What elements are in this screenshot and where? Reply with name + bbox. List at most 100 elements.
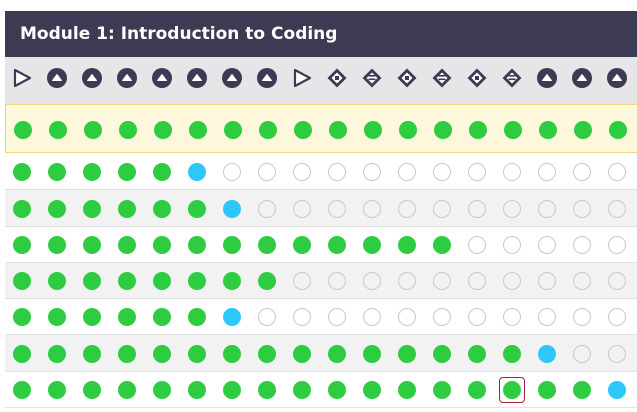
lesson-cell[interactable]: [536, 306, 556, 326]
lesson-cell[interactable]: [186, 234, 206, 254]
lesson-cell[interactable]: [501, 343, 521, 363]
lesson-cell[interactable]: [116, 234, 136, 254]
lesson-cell[interactable]: [256, 198, 276, 218]
lesson-cell[interactable]: [326, 379, 346, 399]
lesson-cell[interactable]: [326, 198, 346, 218]
lesson-cell[interactable]: [81, 198, 101, 218]
lesson-cell[interactable]: [46, 161, 66, 181]
lesson-cell[interactable]: [81, 343, 101, 363]
lesson-cell[interactable]: [116, 379, 136, 399]
lesson-cell[interactable]: [11, 198, 31, 218]
lesson-cell[interactable]: [11, 343, 31, 363]
lesson-cell[interactable]: [466, 270, 486, 290]
lesson-cell[interactable]: [571, 343, 591, 363]
lesson-cell[interactable]: [12, 119, 32, 139]
lesson-cell[interactable]: [501, 161, 521, 181]
lesson-cell[interactable]: [221, 234, 241, 254]
lesson-cell[interactable]: [221, 343, 241, 363]
lesson-cell[interactable]: [431, 379, 451, 399]
lesson-cell[interactable]: [81, 306, 101, 326]
lesson-cell[interactable]: [256, 161, 276, 181]
lesson-cell[interactable]: [222, 119, 242, 139]
lesson-cell[interactable]: [396, 161, 416, 181]
lesson-cell[interactable]: [151, 270, 171, 290]
lesson-cell[interactable]: [81, 161, 101, 181]
lesson-cell[interactable]: [396, 343, 416, 363]
lesson-cell[interactable]: [361, 270, 381, 290]
lesson-cell[interactable]: [46, 306, 66, 326]
lesson-cell[interactable]: [466, 198, 486, 218]
lesson-cell[interactable]: [536, 234, 556, 254]
lesson-cell[interactable]: [361, 343, 381, 363]
lesson-cell[interactable]: [46, 270, 66, 290]
lesson-cell[interactable]: [571, 198, 591, 218]
lesson-cell[interactable]: [11, 161, 31, 181]
lesson-cell[interactable]: [431, 198, 451, 218]
lesson-cell[interactable]: [256, 306, 276, 326]
lesson-cell[interactable]: [361, 161, 381, 181]
lesson-cell[interactable]: [81, 379, 101, 399]
lesson-cell[interactable]: [571, 270, 591, 290]
lesson-cell[interactable]: [46, 343, 66, 363]
lesson-cell[interactable]: [81, 234, 101, 254]
lesson-cell[interactable]: [117, 119, 137, 139]
lesson-cell[interactable]: [607, 119, 627, 139]
lesson-cell[interactable]: [431, 161, 451, 181]
lesson-cell[interactable]: [467, 119, 487, 139]
lesson-cell[interactable]: [327, 119, 347, 139]
lesson-cell[interactable]: [571, 379, 591, 399]
lesson-cell[interactable]: [396, 379, 416, 399]
lesson-cell[interactable]: [116, 198, 136, 218]
lesson-cell[interactable]: [291, 198, 311, 218]
lesson-cell[interactable]: [151, 198, 171, 218]
lesson-cell[interactable]: [186, 198, 206, 218]
lesson-cell[interactable]: [431, 234, 451, 254]
lesson-cell[interactable]: [11, 379, 31, 399]
lesson-cell[interactable]: [116, 343, 136, 363]
lesson-cell[interactable]: [431, 270, 451, 290]
lesson-cell[interactable]: [257, 119, 277, 139]
lesson-cell[interactable]: [536, 198, 556, 218]
lesson-cell[interactable]: [606, 234, 626, 254]
lesson-cell[interactable]: [187, 119, 207, 139]
lesson-cell[interactable]: [396, 270, 416, 290]
lesson-cell[interactable]: [291, 234, 311, 254]
lesson-cell[interactable]: [186, 270, 206, 290]
lesson-cell[interactable]: [431, 306, 451, 326]
lesson-cell[interactable]: [432, 119, 452, 139]
lesson-cell[interactable]: [151, 306, 171, 326]
lesson-cell[interactable]: [466, 161, 486, 181]
lesson-cell[interactable]: [116, 270, 136, 290]
lesson-cell[interactable]: [291, 270, 311, 290]
lesson-cell[interactable]: [466, 234, 486, 254]
lesson-cell[interactable]: [536, 343, 556, 363]
lesson-cell[interactable]: [431, 343, 451, 363]
lesson-cell[interactable]: [151, 343, 171, 363]
lesson-cell[interactable]: [606, 343, 626, 363]
lesson-cell[interactable]: [151, 379, 171, 399]
lesson-cell[interactable]: [361, 234, 381, 254]
lesson-cell[interactable]: [11, 270, 31, 290]
lesson-cell[interactable]: [47, 119, 67, 139]
lesson-cell[interactable]: [396, 198, 416, 218]
lesson-cell[interactable]: [501, 270, 521, 290]
lesson-cell[interactable]: [151, 161, 171, 181]
lesson-cell[interactable]: [362, 119, 382, 139]
lesson-cell[interactable]: [397, 119, 417, 139]
lesson-cell[interactable]: [571, 161, 591, 181]
lesson-cell[interactable]: [501, 198, 521, 218]
lesson-cell[interactable]: [81, 270, 101, 290]
lesson-cell[interactable]: [606, 161, 626, 181]
lesson-cell[interactable]: [326, 161, 346, 181]
lesson-cell[interactable]: [396, 234, 416, 254]
lesson-cell[interactable]: [256, 270, 276, 290]
lesson-cell[interactable]: [501, 306, 521, 326]
lesson-cell[interactable]: [256, 379, 276, 399]
lesson-cell[interactable]: [82, 119, 102, 139]
lesson-cell[interactable]: [571, 306, 591, 326]
lesson-cell[interactable]: [361, 198, 381, 218]
lesson-cell[interactable]: [326, 343, 346, 363]
lesson-cell[interactable]: [606, 270, 626, 290]
lesson-cell[interactable]: [572, 119, 592, 139]
lesson-cell[interactable]: [46, 198, 66, 218]
